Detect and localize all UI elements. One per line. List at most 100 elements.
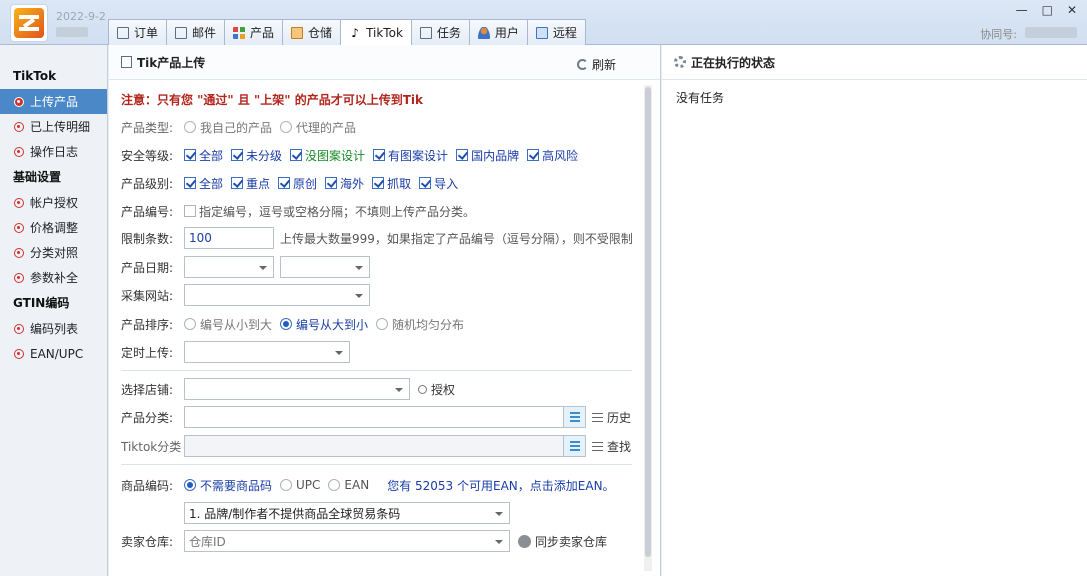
sidebar-section-settings: 基础设置 <box>13 170 62 184</box>
check-level-scraped[interactable]: 抓取 <box>372 175 411 192</box>
radio-sort-asc[interactable]: 编号从小到大 <box>184 316 272 333</box>
tiktok-category-input[interactable] <box>184 435 564 457</box>
maximize-button[interactable]: □ <box>1042 3 1053 17</box>
product-date-row: 产品日期: <box>121 256 370 278</box>
minimize-button[interactable]: — <box>1016 3 1028 17</box>
history-link[interactable]: 历史 <box>592 409 631 426</box>
refresh-icon <box>576 59 588 70</box>
limit-hint: 上传最大数量999，如果指定了产品编号（逗号分隔），则不受限制 <box>280 231 633 246</box>
mail-icon <box>175 26 188 39</box>
check-level-key[interactable]: 重点 <box>231 175 270 192</box>
bullet-icon <box>14 146 24 157</box>
status-header: 正在执行的状态 <box>662 45 1087 80</box>
sync-warehouse-link[interactable]: 同步卖家仓库 <box>518 533 607 550</box>
collect-site-select[interactable] <box>184 284 370 306</box>
barcode-row: 商品编码: 不需要商品码 UPC EAN 您有 52053 个可用EAN，点击添… <box>121 477 615 494</box>
sort-icon <box>592 441 603 451</box>
timer-row: 定时上传: <box>121 341 350 363</box>
product-type-row: 产品类型: 我自己的产品 代理的产品 <box>121 119 357 136</box>
bullet-icon <box>14 272 24 283</box>
check-safety-domestic[interactable]: 国内品牌 <box>456 147 519 164</box>
refresh-button[interactable]: 刷新 <box>576 56 616 73</box>
bullet-icon <box>14 323 24 334</box>
check-level-overseas[interactable]: 海外 <box>325 175 364 192</box>
radio-ean[interactable]: EAN <box>328 478 369 492</box>
blurred-assist-id <box>1025 27 1077 38</box>
sidebar-item-uploaded[interactable]: 已上传明细 <box>0 114 107 139</box>
radio-upc[interactable]: UPC <box>280 478 320 492</box>
category-list-button[interactable] <box>564 406 586 428</box>
check-level-imported[interactable]: 导入 <box>419 175 458 192</box>
divider <box>121 370 632 371</box>
sidebar-item-params[interactable]: 参数补全 <box>0 265 107 290</box>
main-tabs: 订单 邮件 产品 仓储 ♪ TikTok 任务 用户 远程 <box>108 19 586 46</box>
task-icon <box>419 26 432 39</box>
date-from-select[interactable] <box>184 256 274 278</box>
check-safety-no-design[interactable]: 没图案设计 <box>290 147 365 164</box>
sidebar-item-price[interactable]: 价格调整 <box>0 215 107 240</box>
date-to-select[interactable] <box>280 256 370 278</box>
brand-barcode-select[interactable]: 1. 品牌/制作者不提供商品全球贸易条码 <box>184 502 510 524</box>
sidebar-item-auth[interactable]: 帐户授权 <box>0 190 107 215</box>
auth-link[interactable]: 授权 <box>418 381 455 398</box>
title-bar: 2022-9-2 订单 邮件 产品 仓储 ♪ TikTok 任务 用户 远程 — … <box>0 0 1087 46</box>
check-safety-unrated[interactable]: 未分级 <box>231 147 282 164</box>
sidebar-item-log[interactable]: 操作日志 <box>0 139 107 164</box>
limit-row: 限制条数: 100 上传最大数量999，如果指定了产品编号（逗号分隔），则不受限… <box>121 227 633 249</box>
sidebar-item-code-list[interactable]: 编码列表 <box>0 316 107 341</box>
user-icon <box>477 26 490 39</box>
assist-label: 协同号: <box>980 28 1017 41</box>
tiktok-category-list-button[interactable] <box>564 435 586 457</box>
tab-users[interactable]: 用户 <box>468 19 528 45</box>
tab-tiktok[interactable]: ♪ TikTok <box>340 19 412 46</box>
bullet-icon <box>14 121 24 132</box>
sidebar-section-tiktok: TikTok <box>13 69 57 83</box>
radio-sort-random[interactable]: 随机均匀分布 <box>376 316 464 333</box>
grid-icon <box>233 26 246 39</box>
brand-select-row: 1. 品牌/制作者不提供商品全球贸易条码 <box>184 502 510 524</box>
tab-products[interactable]: 产品 <box>224 19 284 45</box>
tab-tasks[interactable]: 任务 <box>410 19 470 45</box>
radio-sort-desc[interactable]: 编号从大到小 <box>280 316 368 333</box>
sidebar-item-upload[interactable]: 上传产品 <box>0 89 107 114</box>
sidebar-item-ean-upc[interactable]: EAN/UPC <box>0 341 107 366</box>
check-level-original[interactable]: 原创 <box>278 175 317 192</box>
app-logo <box>10 4 48 42</box>
status-text: 没有任务 <box>676 91 725 105</box>
limit-input[interactable]: 100 <box>184 227 274 249</box>
check-safety-all[interactable]: 全部 <box>184 147 223 164</box>
tab-mail[interactable]: 邮件 <box>166 19 226 45</box>
timer-select[interactable] <box>184 341 350 363</box>
sync-icon <box>518 534 531 548</box>
sidebar-item-category-map[interactable]: 分类对照 <box>0 240 107 265</box>
check-safety-design[interactable]: 有图案设计 <box>373 147 448 164</box>
check-level-all[interactable]: 全部 <box>184 175 223 192</box>
check-safety-high-risk[interactable]: 高风险 <box>527 147 578 164</box>
remote-icon <box>535 26 548 39</box>
ean-available-link[interactable]: 您有 52053 个可用EAN，点击添加EAN。 <box>387 477 614 494</box>
blurred-account <box>56 27 88 37</box>
document-icon <box>117 26 129 39</box>
tab-orders[interactable]: 订单 <box>108 19 168 45</box>
warehouse-select[interactable]: 仓库ID <box>184 530 510 552</box>
gear-icon <box>674 56 686 68</box>
list-icon <box>592 412 603 422</box>
tab-warehouse[interactable]: 仓储 <box>282 19 342 45</box>
close-button[interactable]: ✕ <box>1067 3 1077 17</box>
bullet-icon <box>14 197 24 208</box>
scrollbar-thumb[interactable] <box>645 87 651 557</box>
radio-agent-product[interactable]: 代理的产品 <box>280 119 356 136</box>
search-link[interactable]: 查找 <box>592 438 631 455</box>
radio-own-product[interactable]: 我自己的产品 <box>184 119 272 136</box>
shop-select[interactable] <box>184 378 410 400</box>
category-input[interactable] <box>184 406 564 428</box>
radio-no-barcode[interactable]: 不需要商品码 <box>184 477 272 494</box>
key-icon <box>418 384 427 394</box>
safety-level-row: 安全等级: 全部 未分级 没图案设计 有图案设计 国内品牌 高风险 <box>121 147 579 164</box>
product-level-row: 产品级别: 全部 重点 原创 海外 抓取 导入 <box>121 175 459 192</box>
collect-site-row: 采集网站: <box>121 284 370 306</box>
tiktok-category-row: Tiktok分类 查找 <box>121 435 631 457</box>
category-row: 产品分类: 历史 <box>121 406 631 428</box>
check-specify-code[interactable]: 指定编号，逗号或空格分隔；不填则上传产品分类。 <box>184 203 475 220</box>
tab-remote[interactable]: 远程 <box>526 19 586 45</box>
